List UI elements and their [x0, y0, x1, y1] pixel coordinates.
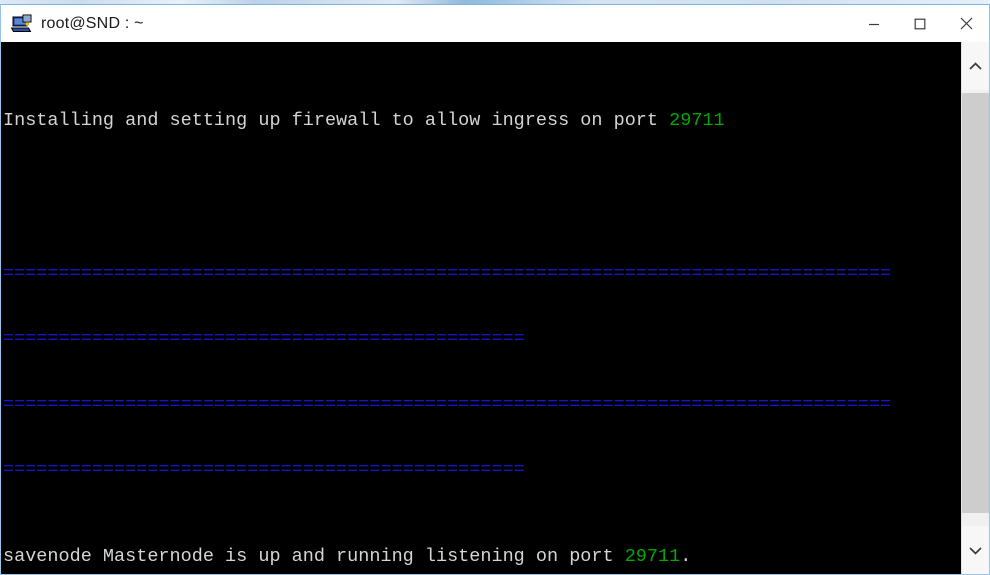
maximize-button[interactable] — [897, 5, 943, 42]
separator-text: ========================================… — [3, 459, 525, 481]
putty-terminal-icon — [10, 14, 33, 34]
line-text: savenode Masternode is up and running li… — [3, 546, 625, 568]
port-number: 29711 — [669, 110, 725, 132]
terminal-separator-long: ========================================… — [3, 394, 961, 416]
terminal-separator-short: ========================================… — [3, 328, 961, 350]
terminal-separator-long: ========================================… — [3, 263, 961, 285]
window-title: root@SND : ~ — [41, 14, 144, 32]
putty-terminal-window: root@SND : ~ Installing and setting up f… — [0, 4, 990, 575]
terminal-area[interactable]: Installing and setting up firewall to al… — [1, 42, 989, 574]
terminal-output[interactable]: Installing and setting up firewall to al… — [1, 42, 961, 574]
scroll-down-button[interactable] — [962, 526, 989, 574]
minimize-button[interactable] — [851, 5, 897, 42]
scrollbar-track[interactable] — [962, 90, 989, 526]
terminal-line: savenode Masternode is up and running li… — [3, 546, 961, 568]
window-controls — [851, 5, 989, 42]
port-number: 29711 — [624, 546, 681, 568]
terminal-line: Installing and setting up firewall to al… — [3, 110, 961, 132]
terminal-separator-short: ========================================… — [3, 459, 961, 481]
separator-text: ========================================… — [3, 262, 892, 284]
line-text: Installing and setting up firewall to al… — [3, 110, 670, 132]
chevron-up-icon — [969, 61, 982, 70]
close-button[interactable] — [943, 5, 989, 42]
chevron-down-icon — [969, 546, 982, 555]
separator-text: ========================================… — [3, 393, 892, 415]
title-bar[interactable]: root@SND : ~ — [1, 5, 989, 42]
scrollbar-thumb[interactable] — [962, 93, 989, 513]
line-text-tail: . — [680, 546, 692, 568]
scroll-up-button[interactable] — [962, 42, 989, 90]
terminal-scrollbar[interactable] — [961, 42, 989, 574]
separator-text: ========================================… — [3, 328, 525, 350]
